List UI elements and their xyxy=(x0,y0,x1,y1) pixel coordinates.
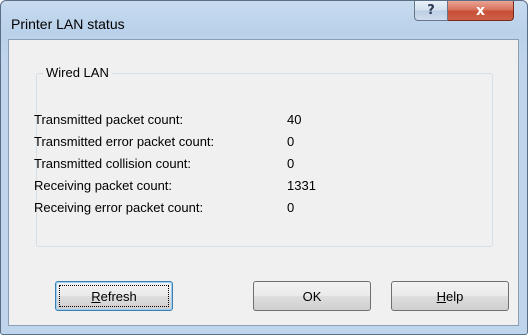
dialog-window: Printer LAN status ? x Wired LAN Transmi… xyxy=(0,0,528,335)
help-button[interactable]: Help xyxy=(391,281,509,311)
receiving-error-packet-count-value: 0 xyxy=(287,200,295,215)
title-close-button[interactable]: x xyxy=(448,1,514,21)
title-help-button[interactable]: ? xyxy=(414,1,448,21)
question-mark-icon: ? xyxy=(427,3,435,18)
ok-button[interactable]: OK xyxy=(253,281,371,311)
transmitted-collision-count-label: Transmitted collision count: xyxy=(34,156,192,171)
close-icon: x xyxy=(475,2,486,19)
window-title: Printer LAN status xyxy=(11,16,125,32)
refresh-mnemonic: R xyxy=(91,288,101,304)
receiving-error-packet-count-label: Receiving error packet count: xyxy=(34,200,204,215)
ok-label: OK xyxy=(302,288,322,304)
refresh-label-rest: efresh xyxy=(100,288,137,304)
transmitted-error-packet-count-value: 0 xyxy=(287,134,295,149)
transmitted-packet-count-value: 40 xyxy=(287,112,302,127)
refresh-button[interactable]: Refresh xyxy=(55,281,173,311)
transmitted-packet-count-label: Transmitted packet count: xyxy=(34,112,184,127)
dialog-client-area: Wired LAN Transmitted packet count: 40 T… xyxy=(8,39,519,326)
help-label-rest: elp xyxy=(446,288,464,304)
help-mnemonic: H xyxy=(436,288,447,304)
receiving-packet-count-value: 1331 xyxy=(287,178,316,193)
receiving-packet-count-label: Receiving packet count: xyxy=(34,178,173,193)
groupbox-title: Wired LAN xyxy=(43,65,112,80)
transmitted-error-packet-count-label: Transmitted error packet count: xyxy=(34,134,215,149)
transmitted-collision-count-value: 0 xyxy=(287,156,295,171)
